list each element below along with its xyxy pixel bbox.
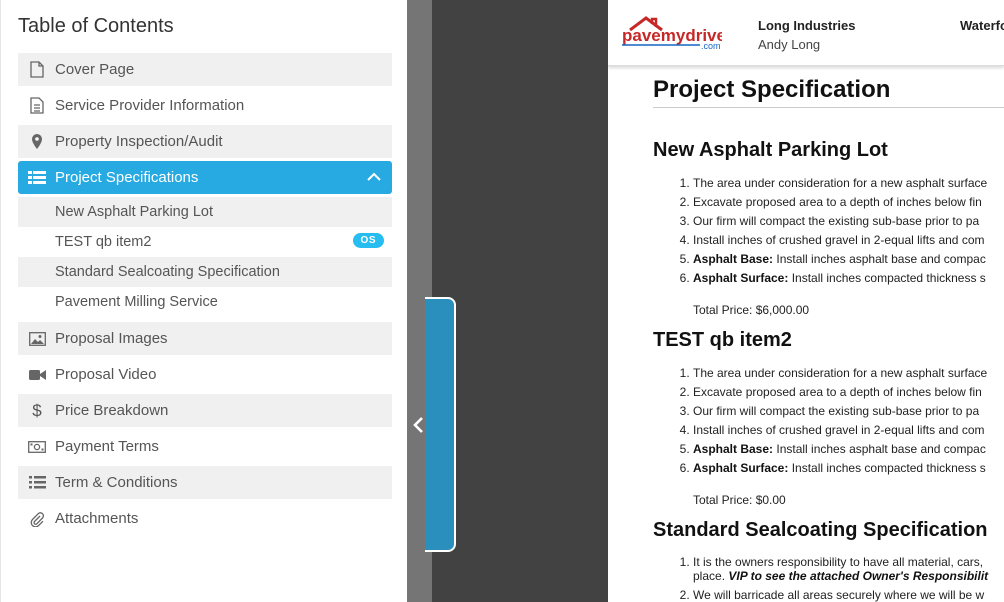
toc-item-proposal-video[interactable]: Proposal Video — [18, 358, 392, 391]
os-badge: OS — [352, 233, 384, 248]
list-bullet-icon — [28, 474, 46, 492]
collapse-panel-tab[interactable] — [425, 297, 456, 552]
toc-item-service-provider[interactable]: Service Provider Information — [18, 89, 392, 122]
toc-item-price-breakdown[interactable]: $ Price Breakdown — [18, 394, 392, 427]
company-name: Long Industries — [758, 18, 856, 33]
chevron-left-icon[interactable] — [411, 416, 427, 434]
total-price: Total Price: $0.00 — [693, 493, 786, 507]
video-icon — [28, 366, 46, 384]
toc-item-label: Service Provider Information — [55, 97, 245, 114]
toc-item-label: Term & Conditions — [55, 474, 178, 491]
spec-item: Asphalt Base: Install inches asphalt bas… — [693, 250, 1004, 269]
toc-item-label: Project Specifications — [55, 169, 199, 186]
spec-list: The area under consideration for a new a… — [653, 364, 1004, 478]
sub-item-sealcoating[interactable]: Standard Sealcoating Specification — [18, 257, 392, 287]
spec-item: We will barricade all areas securely whe… — [693, 588, 1004, 602]
toc-item-label: Price Breakdown — [55, 402, 169, 419]
spec-item: Install inches of crushed gravel in 2-eq… — [693, 231, 1004, 250]
sub-item-label: New Asphalt Parking Lot — [55, 204, 213, 220]
spec-item: Excavate proposed area to a depth of inc… — [693, 193, 1004, 212]
logo-sub-text: .com — [701, 41, 721, 51]
company-logo: pavemydrive .com — [622, 16, 722, 51]
spec-list: It is the owners responsibility to have … — [653, 555, 1004, 602]
dollar-icon: $ — [32, 400, 42, 420]
contact-name: Andy Long — [758, 37, 821, 52]
toc-item-project-specifications[interactable]: Project Specifications — [18, 161, 392, 194]
section-heading: New Asphalt Parking Lot — [653, 139, 888, 161]
spec-item: The area under consideration for a new a… — [693, 174, 1004, 193]
toc-item-payment-terms[interactable]: Payment Terms — [18, 430, 392, 463]
toc-item-label: Cover Page — [55, 61, 135, 78]
toc-item-label: Property Inspection/Audit — [55, 133, 223, 150]
client-location: Waterfo — [960, 18, 1004, 33]
sub-item-label: Standard Sealcoating Specification — [55, 264, 280, 280]
image-icon — [28, 330, 46, 348]
toc-item-cover-page[interactable]: Cover Page — [18, 53, 392, 86]
spec-section: New Asphalt Parking Lot The area under c… — [653, 139, 1004, 317]
spec-item: Asphalt Base: Install inches asphalt bas… — [693, 440, 1004, 459]
toc-list: Cover Page Service Provider Information … — [18, 53, 392, 538]
spec-item: The area under consideration for a new a… — [693, 364, 1004, 383]
toc-title: Table of Contents — [18, 15, 174, 37]
spec-item: Our firm will compact the existing sub-b… — [693, 212, 1004, 231]
sub-item-new-asphalt[interactable]: New Asphalt Parking Lot — [18, 197, 392, 227]
section-heading: TEST qb item2 — [653, 329, 792, 351]
file-text-icon — [28, 97, 46, 115]
toc-item-label: Attachments — [55, 510, 139, 527]
sub-item-label: TEST qb item2 — [55, 234, 152, 250]
paperclip-icon — [28, 510, 46, 528]
spec-item: Asphalt Surface: Install inches compacte… — [693, 269, 1004, 288]
sub-item-label: Pavement Milling Service — [55, 294, 218, 310]
spec-list: The area under consideration for a new a… — [653, 174, 1004, 288]
toc-item-proposal-images[interactable]: Proposal Images — [18, 322, 392, 355]
viewer-background — [432, 0, 608, 602]
document-header: pavemydrive .com Long Industries Andy Lo… — [608, 0, 1004, 66]
toc-item-attachments[interactable]: Attachments — [18, 502, 392, 535]
spec-section: Standard Sealcoating Specification It is… — [653, 519, 1004, 602]
title-divider — [653, 107, 1004, 108]
spec-section: TEST qb item2 The area under considerati… — [653, 329, 1004, 507]
map-pin-icon — [28, 133, 46, 151]
spec-item: Install inches of crushed gravel in 2-eq… — [693, 421, 1004, 440]
list-icon — [28, 169, 46, 187]
document-title: Project Specification — [653, 76, 891, 103]
spec-item: Our firm will compact the existing sub-b… — [693, 402, 1004, 421]
spec-item: It is the owners responsibility to have … — [693, 555, 1004, 583]
spec-item: Excavate proposed area to a depth of inc… — [693, 383, 1004, 402]
toc-item-label: Payment Terms — [55, 438, 159, 455]
sub-item-milling[interactable]: Pavement Milling Service — [18, 287, 392, 317]
section-heading: Standard Sealcoating Specification — [653, 519, 988, 541]
sub-item-test-qb[interactable]: TEST qb item2 OS — [18, 227, 392, 257]
total-price: Total Price: $6,000.00 — [693, 303, 810, 317]
toc-item-property-inspection[interactable]: Property Inspection/Audit — [18, 125, 392, 158]
chevron-up-icon[interactable] — [366, 169, 382, 185]
money-icon — [28, 438, 46, 456]
toc-item-label: Proposal Images — [55, 330, 168, 347]
toc-item-terms-conditions[interactable]: Term & Conditions — [18, 466, 392, 499]
table-of-contents-panel: Table of Contents Cover Page Service Pro… — [0, 0, 407, 602]
spec-item: Asphalt Surface: Install inches compacte… — [693, 459, 1004, 478]
project-specifications-sublist: New Asphalt Parking Lot TEST qb item2 OS… — [18, 197, 392, 317]
file-icon — [28, 61, 46, 79]
proposal-document: pavemydrive .com Long Industries Andy Lo… — [608, 0, 1004, 602]
toc-item-label: Proposal Video — [55, 366, 157, 383]
